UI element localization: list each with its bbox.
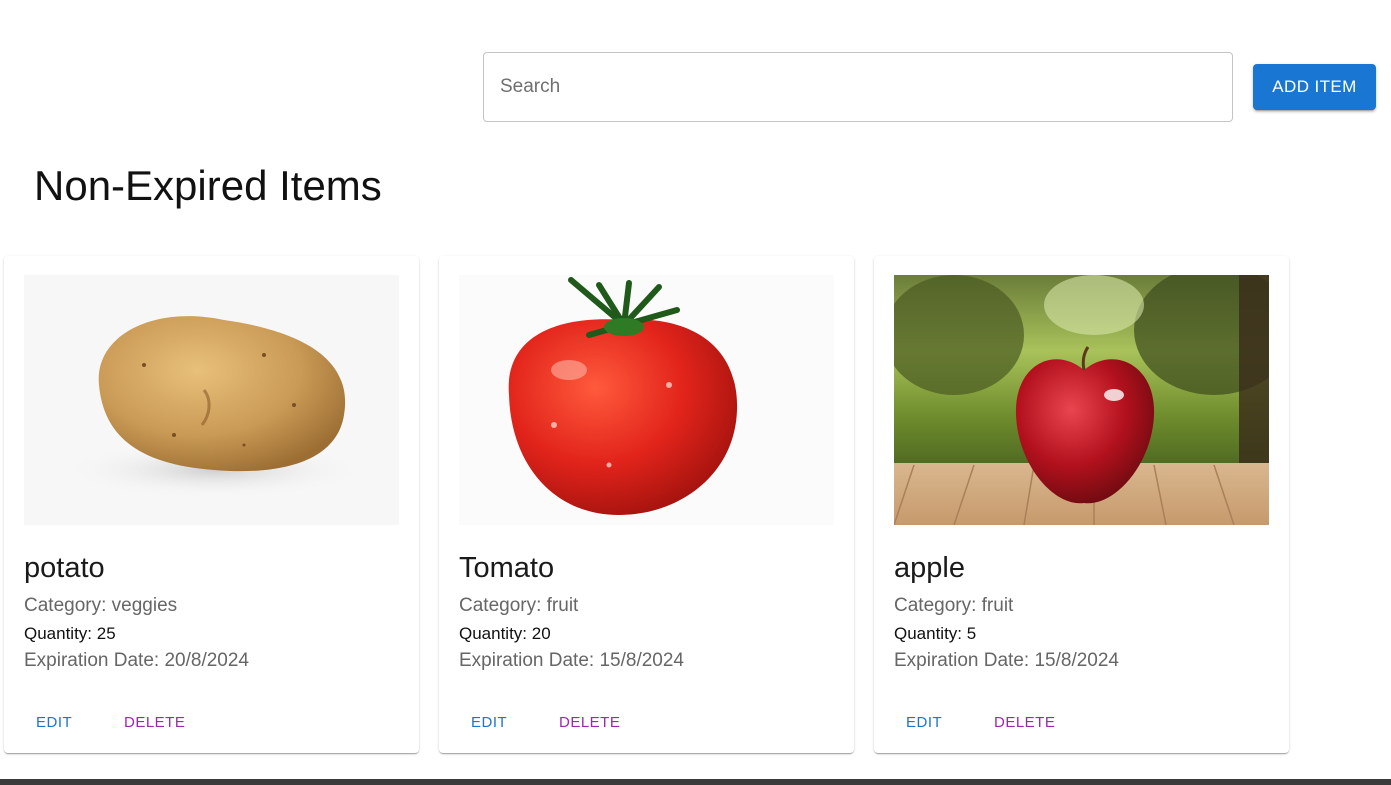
search-field[interactable] — [483, 52, 1233, 122]
window-bottom-edge — [0, 779, 1391, 785]
potato-image — [24, 275, 399, 525]
edit-button[interactable]: EDIT — [894, 710, 954, 735]
search-input[interactable] — [484, 53, 1232, 121]
item-expiration-date: Expiration Date: 15/8/2024 — [894, 650, 1119, 671]
item-card-tomato: Tomato Category: fruit Quantity: 20 Expi… — [439, 256, 854, 753]
delete-button[interactable]: DELETE — [982, 710, 1067, 735]
add-item-button[interactable]: ADD ITEM — [1253, 64, 1376, 110]
item-category: Category: veggies — [24, 595, 178, 616]
item-card-potato: potato Category: veggies Quantity: 25 Ex… — [4, 256, 419, 753]
tomato-image — [459, 275, 834, 525]
item-quantity: Quantity: 25 — [24, 624, 116, 643]
item-expiration-date: Expiration Date: 20/8/2024 — [24, 650, 249, 671]
page: ADD ITEM Non-Expired Items — [0, 0, 1391, 785]
item-name: apple — [894, 552, 965, 584]
edit-button[interactable]: EDIT — [459, 710, 519, 735]
item-category: Category: fruit — [894, 595, 1014, 616]
apple-image — [894, 275, 1269, 525]
item-card-apple: apple Category: fruit Quantity: 5 Expira… — [874, 256, 1289, 753]
item-expiration-date: Expiration Date: 15/8/2024 — [459, 650, 684, 671]
item-category: Category: fruit — [459, 595, 579, 616]
item-quantity: Quantity: 20 — [459, 624, 551, 643]
delete-button[interactable]: DELETE — [547, 710, 632, 735]
section-title: Non-Expired Items — [34, 162, 382, 209]
delete-button[interactable]: DELETE — [112, 710, 197, 735]
item-quantity: Quantity: 5 — [894, 624, 977, 643]
item-name: Tomato — [459, 552, 555, 584]
item-name: potato — [24, 552, 105, 584]
edit-button[interactable]: EDIT — [24, 710, 84, 735]
